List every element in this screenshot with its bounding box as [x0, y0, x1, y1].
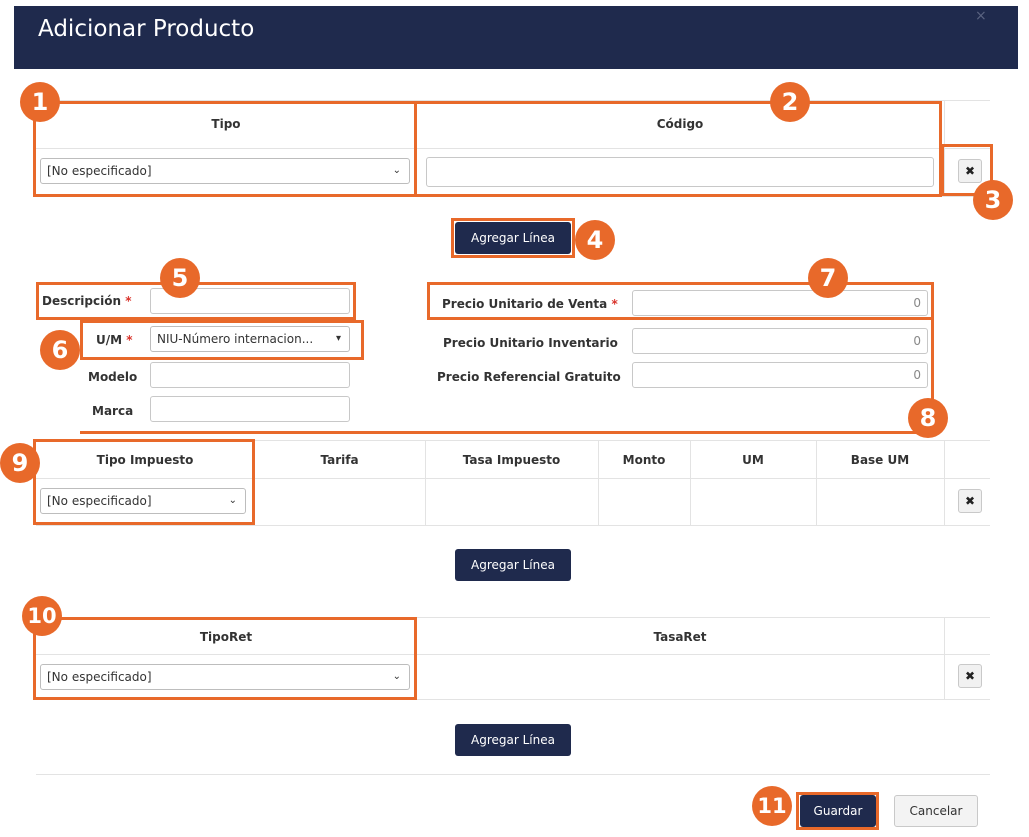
remove-row-icon[interactable]: ✖	[958, 664, 982, 688]
add-line-button-retention[interactable]: Agregar Línea	[455, 724, 571, 756]
annotation-badge-8: 8	[908, 398, 948, 438]
column-header-tasaret: TasaRet	[653, 630, 707, 644]
annotation-badge-5: 5	[160, 258, 200, 298]
annotation-badge-4: 4	[575, 220, 615, 260]
dialog-header: Adicionar Producto ×	[0, 0, 1029, 69]
footer-divider	[36, 774, 990, 775]
annotation-box-10	[33, 617, 417, 700]
dialog-title: Adicionar Producto	[38, 16, 255, 42]
column-header-base-um: Base UM	[850, 453, 910, 467]
close-icon[interactable]: ×	[975, 8, 987, 24]
annotation-box-1	[33, 101, 417, 197]
annotation-badge-10: 10	[22, 596, 62, 636]
remove-row-icon[interactable]: ✖	[958, 489, 982, 513]
annotation-box-8	[80, 320, 934, 434]
annotation-box-2	[414, 101, 942, 197]
annotation-box-9	[33, 439, 255, 525]
annotation-badge-11: 11	[752, 786, 792, 826]
add-line-button-tax[interactable]: Agregar Línea	[455, 549, 571, 581]
annotation-badge-3: 3	[973, 180, 1013, 220]
annotation-badge-9: 9	[0, 443, 40, 483]
annotation-box-4	[451, 218, 575, 258]
annotation-box-11	[796, 792, 879, 830]
column-header-um: UM	[742, 453, 764, 467]
annotation-box-7	[427, 282, 934, 320]
annotation-badge-6: 6	[40, 330, 80, 370]
annotation-badge-1: 1	[20, 82, 60, 122]
column-header-monto: Monto	[622, 453, 666, 467]
annotation-badge-7: 7	[808, 258, 848, 298]
cancel-button[interactable]: Cancelar	[894, 795, 978, 827]
column-header-tasa-impuesto: Tasa Impuesto	[462, 453, 561, 467]
annotation-badge-2: 2	[770, 82, 810, 122]
column-header-tarifa: Tarifa	[320, 453, 359, 467]
